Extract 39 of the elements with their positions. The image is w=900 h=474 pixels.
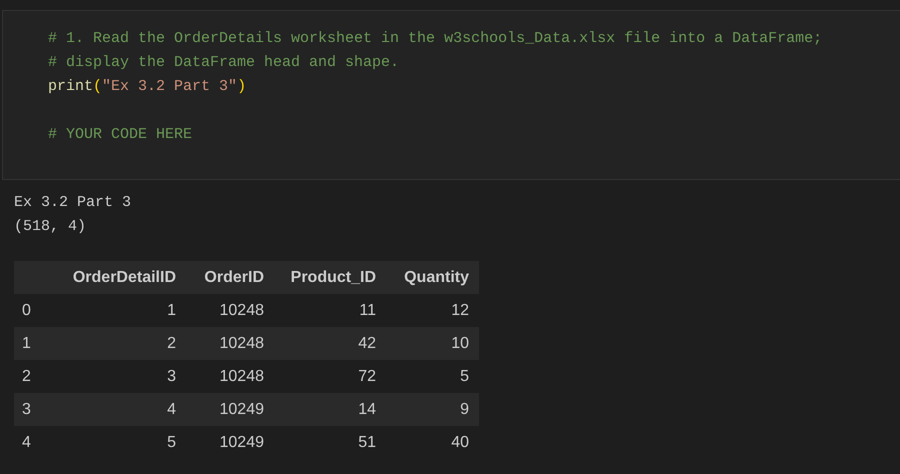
table-cell: 1 — [54, 294, 176, 327]
table-cell: 10248 — [176, 327, 264, 360]
row-index: 4 — [14, 426, 54, 459]
table-cell: 10 — [376, 327, 479, 360]
column-header: Quantity — [376, 261, 479, 294]
row-index: 3 — [14, 393, 54, 426]
table-cell: 10249 — [176, 393, 264, 426]
table-cell: 4 — [54, 393, 176, 426]
table-cell: 10248 — [176, 360, 264, 393]
table-cell: 40 — [376, 426, 479, 459]
output-text: (518, 4) — [14, 217, 86, 237]
table-cell: 14 — [264, 393, 376, 426]
row-index: 0 — [14, 294, 54, 327]
code-comment: # YOUR CODE HERE — [48, 126, 192, 143]
column-header: OrderDetailID — [54, 261, 176, 294]
table-cell: 51 — [264, 426, 376, 459]
row-index: 2 — [14, 360, 54, 393]
table-cell: 10248 — [176, 294, 264, 327]
parenthesis: ( — [93, 78, 102, 95]
code-comment: # 1. Read the OrderDetails worksheet in the w3schools_Data.xlsx file into a DataFrame; — [48, 30, 822, 47]
code-cell[interactable]: # 1. Read the OrderDetails worksheet in the w3schools_Data.xlsx file into a DataFrame; # display the DataFrame head and shape. print("Ex 3.2 Part 3") # YOUR CODE HERE — [2, 10, 900, 180]
table-cell: 5 — [376, 360, 479, 393]
row-index: 1 — [14, 327, 54, 360]
output-text: Ex 3.2 Part 3 — [14, 193, 132, 213]
table-cell: 42 — [264, 327, 376, 360]
table-cell: 11 — [264, 294, 376, 327]
column-header: Product_ID — [264, 261, 376, 294]
table-cell: 9 — [376, 393, 479, 426]
table-cell: 10249 — [176, 426, 264, 459]
function-name: print — [48, 78, 94, 95]
table-cell: 2 — [54, 327, 176, 360]
code-comment: # display the DataFrame head and shape. — [48, 54, 400, 71]
table-cell: 3 — [54, 360, 176, 393]
column-header: OrderID — [176, 261, 264, 294]
table-cell: 72 — [264, 360, 376, 393]
parenthesis: ) — [237, 78, 246, 95]
table-cell: 12 — [376, 294, 479, 327]
string-literal: "Ex 3.2 Part 3" — [102, 78, 238, 95]
table-cell: 5 — [54, 426, 176, 459]
